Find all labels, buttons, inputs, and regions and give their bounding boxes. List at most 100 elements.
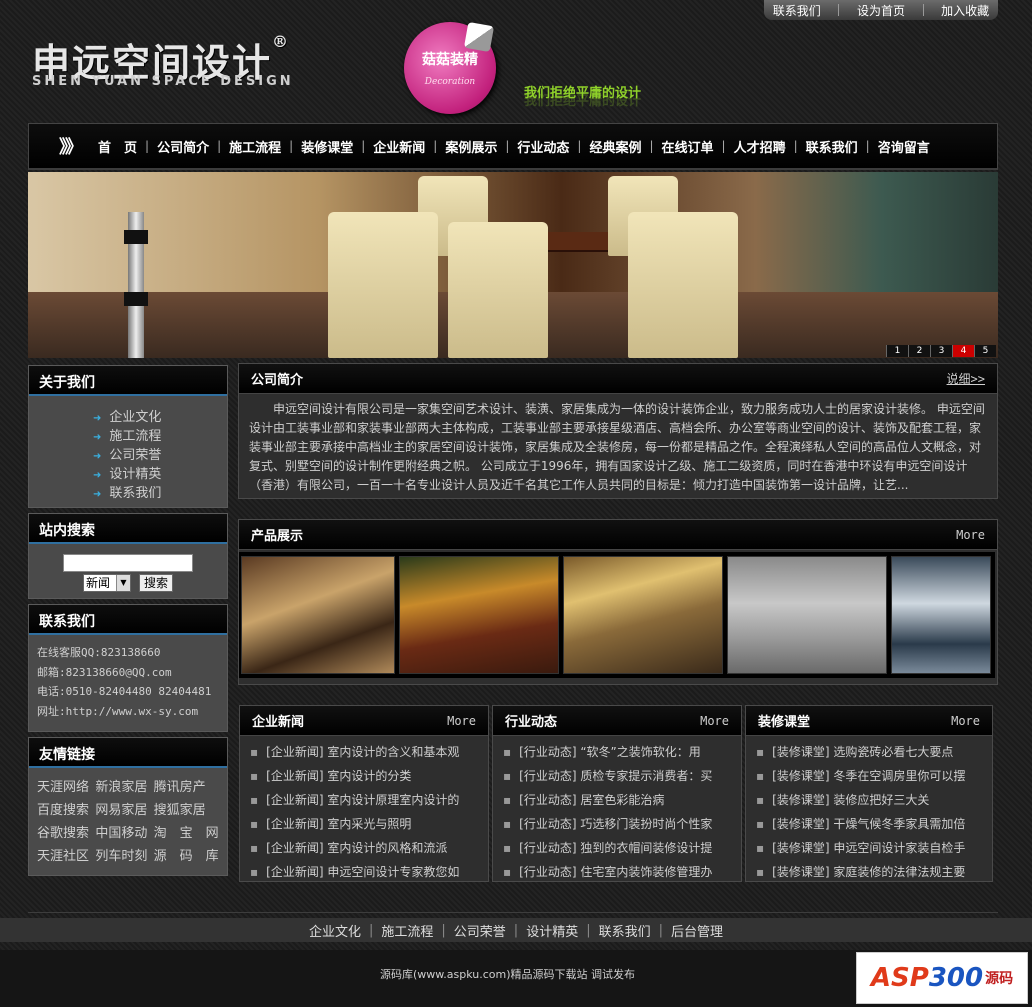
news-item-title: [行业动态] “软冬”之装饰软化：用	[519, 745, 701, 759]
about-item[interactable]: ➜ 公司荣誉	[93, 444, 227, 463]
nav-item-message[interactable]: 咨询留言	[870, 137, 938, 156]
search-category-select[interactable]: 新闻 ▼	[83, 574, 131, 592]
contact-box: 联系我们 在线客服QQ:823138660 邮箱:823138660@QQ.co…	[28, 604, 228, 732]
news-item[interactable]: ▪ [装修课堂] 冬季在空调房里你可以摆	[756, 764, 982, 788]
news-item-title: [装修课堂] 选购瓷砖必看七大要点	[772, 745, 954, 759]
nav-item-classroom[interactable]: 装修课堂	[293, 137, 361, 156]
news-item[interactable]: ▪ [行业动态] 巧选移门装扮时尚个性家	[503, 812, 731, 836]
footer-link[interactable]: 公司荣誉	[454, 921, 506, 940]
products-more-link[interactable]: More	[956, 528, 985, 542]
footer-link[interactable]: 施工流程	[381, 921, 433, 940]
bullet-icon: ▪	[503, 865, 512, 879]
news-list: ▪ [行业动态] “软冬”之装饰软化：用 ▪ [行业动态] 质检专家提示消费者：买 …	[493, 736, 741, 888]
banner-page-5[interactable]: 5	[974, 345, 996, 357]
news-item[interactable]: ▪ [行业动态] 独到的衣帽间装修设计提	[503, 836, 731, 860]
about-item[interactable]: ➜ 企业文化	[93, 406, 227, 425]
footer-sep: |	[368, 922, 374, 938]
nav-item-process[interactable]: 施工流程	[221, 137, 289, 156]
friend-link[interactable]: 源 码 库	[154, 845, 219, 864]
search-button[interactable]: 搜索	[139, 574, 173, 592]
banner-pole-band	[124, 230, 148, 244]
friend-link[interactable]: 百度搜索	[37, 799, 89, 818]
friend-link[interactable]: 搜狐家居	[154, 799, 219, 818]
news-more-link[interactable]: More	[951, 714, 980, 728]
news-item[interactable]: ▪ [企业新闻] 室内设计原理室内设计的	[250, 788, 478, 812]
top-link-favorite[interactable]: 加入收藏	[941, 2, 989, 19]
news-item[interactable]: ▪ [行业动态] “软冬”之装饰软化：用	[503, 740, 731, 764]
news-item[interactable]: ▪ [行业动态] 质检专家提示消费者：买	[503, 764, 731, 788]
news-item[interactable]: ▪ [装修课堂] 家庭装修的法律法规主要	[756, 860, 982, 884]
friend-link[interactable]: 天涯网络	[37, 776, 89, 795]
product-photo[interactable]	[891, 556, 991, 674]
friend-link[interactable]: 新浪家居	[95, 776, 147, 795]
friend-links-box: 友情链接 天涯网络 新浪家居 腾讯房产 百度搜索 网易家居 搜狐家居 谷歌搜索 …	[28, 737, 228, 876]
news-item[interactable]: ▪ [装修课堂] 装修应把好三大关	[756, 788, 982, 812]
friend-link[interactable]: 淘 宝 网	[154, 822, 219, 841]
about-box: 关于我们 ➜ 企业文化 ➜ 施工流程 ➜ 公司荣誉 ➜ 设计精英 ➜ 联系我们	[28, 365, 228, 508]
news-more-link[interactable]: More	[447, 714, 476, 728]
news-item[interactable]: ▪ [企业新闻] 申远空间设计专家教您如	[250, 860, 478, 884]
news-item[interactable]: ▪ [企业新闻] 室内设计的风格和流派	[250, 836, 478, 860]
news-item-title: [行业动态] 住宅室内装饰装修管理办	[519, 865, 713, 879]
about-item-label: 施工流程	[109, 429, 162, 444]
banner-page-4[interactable]: 4	[952, 345, 974, 357]
banner-page-2[interactable]: 2	[908, 345, 930, 357]
banner-page-1[interactable]: 1	[886, 345, 908, 357]
news-item[interactable]: ▪ [行业动态] 住宅室内装饰装修管理办	[503, 860, 731, 884]
news-item-title: [行业动态] 巧选移门装扮时尚个性家	[519, 817, 713, 831]
nav-item-jobs[interactable]: 人才招聘	[726, 137, 794, 156]
news-item[interactable]: ▪ [企业新闻] 室内设计的含义和基本观	[250, 740, 478, 764]
bullet-icon: ▪	[756, 793, 765, 807]
nav-item-contact[interactable]: 联系我们	[798, 137, 866, 156]
bullet-icon: ▪	[503, 841, 512, 855]
nav-item-home[interactable]: 首 页	[90, 137, 145, 156]
about-item[interactable]: ➜ 施工流程	[93, 425, 227, 444]
product-photo[interactable]	[399, 556, 559, 674]
arrow-icon: ➜	[93, 470, 102, 481]
news-item[interactable]: ▪ [行业动态] 居室色彩能治病	[503, 788, 731, 812]
nav-item-order[interactable]: 在线订单	[654, 137, 722, 156]
banner-chair	[628, 212, 738, 358]
contact-phone: 电话:0510-82404480 82404481	[37, 685, 212, 698]
products-header: 产品展示 More	[239, 520, 997, 550]
news-item[interactable]: ▪ [装修课堂] 申远空间设计家装自检手	[756, 836, 982, 860]
divider	[838, 4, 840, 16]
top-link-homepage[interactable]: 设为首页	[857, 2, 905, 19]
friend-link[interactable]: 网易家居	[95, 799, 147, 818]
nav-item-news[interactable]: 企业新闻	[365, 137, 433, 156]
product-photo[interactable]	[241, 556, 395, 674]
asp300-badge[interactable]: ASP 300 源码	[856, 952, 1028, 1004]
footer-link-admin[interactable]: 后台管理	[671, 921, 723, 940]
news-item[interactable]: ▪ [装修课堂] 选购瓷砖必看七大要点	[756, 740, 982, 764]
about-item[interactable]: ➜ 设计精英	[93, 463, 227, 482]
arrow-icon: ➜	[93, 451, 102, 462]
product-photo[interactable]	[563, 556, 723, 674]
friend-link[interactable]: 中国移动	[95, 822, 147, 841]
nav-item-classic[interactable]: 经典案例	[581, 137, 649, 156]
nav-item-industry[interactable]: 行业动态	[509, 137, 577, 156]
news-item[interactable]: ▪ [装修课堂] 干燥气候冬季家具需加倍	[756, 812, 982, 836]
footer-link[interactable]: 联系我们	[599, 921, 651, 940]
search-input[interactable]	[63, 554, 193, 572]
nav-item-cases[interactable]: 案例展示	[437, 137, 505, 156]
about-item[interactable]: ➜ 联系我们	[93, 482, 227, 501]
product-photo[interactable]	[727, 556, 887, 674]
hero-banner[interactable]: 1 2 3 4 5	[28, 172, 998, 358]
news-more-link[interactable]: More	[700, 714, 729, 728]
news-panel-industry: 行业动态 More ▪ [行业动态] “软冬”之装饰软化：用 ▪ [行业动态] 质检…	[492, 705, 742, 882]
banner-page-3[interactable]: 3	[930, 345, 952, 357]
friend-link[interactable]: 腾讯房产	[154, 776, 219, 795]
nav-item-about[interactable]: 公司简介	[149, 137, 217, 156]
friend-link[interactable]: 天涯社区	[37, 845, 89, 864]
news-item[interactable]: ▪ [企业新闻] 室内采光与照明	[250, 812, 478, 836]
news-item-title: [装修课堂] 装修应把好三大关	[772, 793, 930, 807]
friend-link[interactable]: 列车时刻	[95, 845, 147, 864]
footer-link[interactable]: 设计精英	[526, 921, 578, 940]
news-panel-company: 企业新闻 More ▪ [企业新闻] 室内设计的含义和基本观 ▪ [企业新闻] 室内…	[239, 705, 489, 882]
news-item[interactable]: ▪ [企业新闻] 室内设计的分类	[250, 764, 478, 788]
footer-nav: 企业文化 | 施工流程 | 公司荣誉 | 设计精英 | 联系我们 | 后台管理	[0, 918, 1032, 942]
top-link-contact[interactable]: 联系我们	[773, 2, 821, 19]
intro-more-link[interactable]: 说细>>	[947, 370, 985, 387]
footer-link[interactable]: 企业文化	[309, 921, 361, 940]
friend-link[interactable]: 谷歌搜索	[37, 822, 89, 841]
